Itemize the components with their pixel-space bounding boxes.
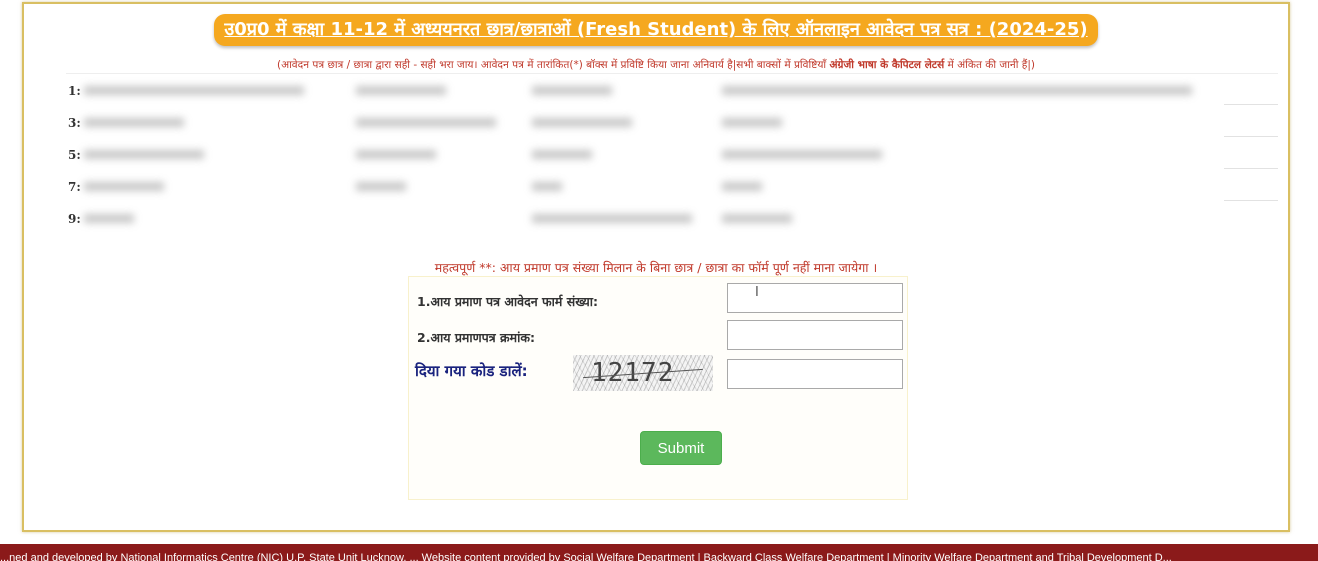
important-note: महत्वपूर्ण **: आय प्रमाण पत्र संख्या मिल… bbox=[434, 260, 878, 275]
blurred-cell bbox=[356, 182, 406, 191]
captcha-image: 12172 bbox=[573, 355, 713, 391]
text-cursor-icon: I bbox=[755, 285, 759, 300]
row-divider bbox=[1224, 168, 1278, 169]
blurred-cell bbox=[84, 150, 204, 159]
blurred-cell bbox=[722, 150, 882, 159]
blurred-cell bbox=[84, 182, 164, 191]
income-certificate-form: 1.आय प्रमाण पत्र आवेदन फार्म संख्या: I 2… bbox=[408, 276, 908, 500]
row-number: 5: bbox=[68, 148, 81, 162]
blurred-cell bbox=[722, 214, 792, 223]
blurred-cell bbox=[84, 118, 184, 127]
instruction-text: (आवेदन पत्र छात्र / छात्रा द्वारा सही - … bbox=[24, 58, 1288, 72]
blurred-cell bbox=[356, 118, 496, 127]
certificate-number-label: 2.आय प्रमाणपत्र क्रमांक: bbox=[417, 330, 535, 345]
captcha-label: दिया गया कोड डालें: bbox=[415, 362, 528, 380]
row-divider bbox=[1224, 136, 1278, 137]
blurred-cell bbox=[356, 86, 446, 95]
blurred-cell bbox=[722, 118, 782, 127]
blurred-cell bbox=[84, 86, 304, 95]
row-number: 3: bbox=[68, 116, 81, 130]
row-number: 7: bbox=[68, 180, 81, 194]
blurred-cell bbox=[532, 118, 632, 127]
blurred-cell bbox=[84, 214, 134, 223]
blurred-cell bbox=[532, 214, 692, 223]
instruction-part2: में अंकित की जानी हैं|) bbox=[944, 59, 1036, 71]
row-number: 1: bbox=[68, 84, 81, 98]
blurred-cell bbox=[722, 182, 762, 191]
main-panel: उ0प्र0 में कक्षा 11-12 में अध्ययनरत छात्… bbox=[22, 2, 1290, 532]
blurred-cell bbox=[532, 150, 592, 159]
page-title: उ0प्र0 में कक्षा 11-12 में अध्ययनरत छात्… bbox=[214, 14, 1098, 46]
instruction-part1: (आवेदन पत्र छात्र / छात्रा द्वारा सही - … bbox=[276, 59, 830, 71]
divider bbox=[66, 73, 1278, 74]
row-number: 9: bbox=[68, 212, 81, 226]
instruction-bold: अंग्रेजी भाषा के कैपिटल लेटर्स bbox=[829, 59, 945, 71]
row-divider bbox=[1224, 200, 1278, 201]
blurred-cell bbox=[532, 182, 562, 191]
footer-bar: ...ned and developed by National Informa… bbox=[0, 544, 1318, 561]
row-divider bbox=[1224, 104, 1278, 105]
title-wrap: उ0प्र0 में कक्षा 11-12 में अध्ययनरत छात्… bbox=[24, 14, 1288, 46]
blurred-cell bbox=[722, 86, 1192, 95]
blurred-row: 7: bbox=[66, 174, 1278, 198]
submit-button[interactable]: Submit bbox=[640, 431, 722, 465]
blurred-cell bbox=[532, 86, 612, 95]
blurred-row: 9: bbox=[66, 206, 1278, 230]
blurred-row: 1: bbox=[66, 78, 1278, 102]
footer-text: ...ned and developed by National Informa… bbox=[0, 552, 1172, 561]
captcha-input[interactable] bbox=[727, 359, 903, 389]
certificate-number-input[interactable] bbox=[727, 320, 903, 350]
blurred-row: 5: bbox=[66, 142, 1278, 166]
blurred-row: 3: bbox=[66, 110, 1278, 134]
application-number-label: 1.आय प्रमाण पत्र आवेदन फार्म संख्या: bbox=[417, 294, 598, 309]
blurred-cell bbox=[356, 150, 436, 159]
application-number-input[interactable] bbox=[727, 283, 903, 313]
